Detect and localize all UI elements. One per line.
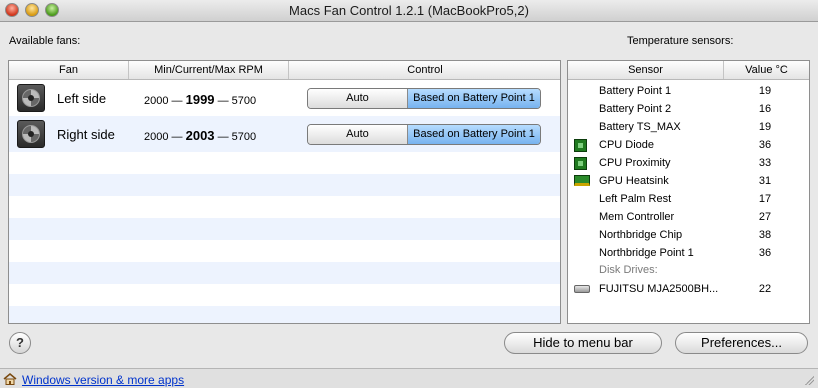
sensors-table-header: Sensor Value °C <box>568 61 809 80</box>
sensor-row[interactable]: GPU Heatsink 31 <box>568 172 809 190</box>
empty-row <box>9 240 560 262</box>
gpu-card-icon <box>574 175 590 186</box>
sensor-name: Northbridge Point 1 <box>599 247 694 259</box>
empty-row <box>9 284 560 306</box>
sensor-name: Battery Point 1 <box>599 85 672 97</box>
sensor-value: 17 <box>758 193 772 205</box>
fan-icon <box>17 120 45 148</box>
rpm-separator: — <box>171 131 183 143</box>
sensor-row[interactable]: Northbridge Point 1 36 <box>568 244 809 262</box>
resize-grip[interactable] <box>804 375 814 385</box>
fan-rpm: 2000 — 2003 — 5700 <box>144 128 284 143</box>
sensor-row[interactable]: Mem Controller 27 <box>568 208 809 226</box>
empty-row <box>9 152 560 174</box>
sensor-name: Left Palm Rest <box>599 193 672 205</box>
sensor-name: Northbridge Chip <box>599 229 683 241</box>
sensor-name: Mem Controller <box>599 211 675 223</box>
sensor-row[interactable]: Battery Point 1 19 <box>568 82 809 100</box>
sensor-name: Battery TS_MAX <box>599 121 681 133</box>
sensor-row[interactable]: Battery TS_MAX 19 <box>568 118 809 136</box>
sensor-value: 31 <box>758 175 772 187</box>
sensor-row[interactable]: CPU Proximity 33 <box>568 154 809 172</box>
empty-row <box>9 196 560 218</box>
footer-bar: Windows version & more apps <box>0 368 818 388</box>
fan-rpm: 2000 — 1999 — 5700 <box>144 92 284 107</box>
sensor-name: FUJITSU MJA2500BH... <box>599 283 719 295</box>
fan-min-rpm: 2000 <box>144 131 169 143</box>
sensor-value: 36 <box>758 247 772 259</box>
windows-version-link[interactable]: Windows version & more apps <box>22 373 184 387</box>
fan-control-segmented: Auto Based on Battery Point 1 <box>307 124 541 145</box>
fans-table-header: Fan Min/Current/Max RPM Control <box>9 61 560 80</box>
fans-table: Fan Min/Current/Max RPM Control Left sid… <box>8 60 561 324</box>
fan-current-rpm: 1999 <box>185 92 215 107</box>
fan-icon <box>17 84 45 112</box>
hard-disk-icon <box>574 285 590 293</box>
auto-control-button[interactable]: Auto <box>308 125 408 144</box>
sensor-name: Battery Point 2 <box>599 103 672 115</box>
cpu-chip-icon <box>574 157 587 170</box>
column-header-fan[interactable]: Fan <box>9 61 129 79</box>
sensor-value: 33 <box>758 157 772 169</box>
sensor-row[interactable]: Left Palm Rest 17 <box>568 190 809 208</box>
auto-control-button[interactable]: Auto <box>308 89 408 108</box>
empty-row <box>9 262 560 284</box>
sensor-value: 38 <box>758 229 772 241</box>
fan-min-rpm: 2000 <box>144 95 169 107</box>
fan-row-right[interactable]: Right side 2000 — 2003 — 5700 Auto Based… <box>9 116 560 152</box>
sensor-value: 19 <box>758 85 772 97</box>
sensor-name: CPU Proximity <box>599 157 671 169</box>
fan-max-rpm: 5700 <box>231 95 257 107</box>
sensor-row[interactable]: CPU Diode 36 <box>568 136 809 154</box>
sensor-group-label: Disk Drives: <box>599 264 658 276</box>
fan-name: Right side <box>57 127 115 142</box>
rpm-separator: — <box>217 131 229 143</box>
sensors-table: Sensor Value °C Battery Point 1 19 Batte… <box>567 60 810 324</box>
rpm-separator: — <box>217 95 229 107</box>
window-title: Macs Fan Control 1.2.1 (MacBookPro5,2) <box>289 3 529 18</box>
rpm-separator: — <box>171 95 183 107</box>
title-bar: Macs Fan Control 1.2.1 (MacBookPro5,2) <box>0 0 818 22</box>
column-header-value[interactable]: Value °C <box>724 61 809 79</box>
hide-to-menu-bar-button[interactable]: Hide to menu bar <box>504 332 662 354</box>
home-icon <box>3 373 17 385</box>
column-header-sensor[interactable]: Sensor <box>568 61 724 79</box>
fan-control-segmented: Auto Based on Battery Point 1 <box>307 88 541 109</box>
empty-row <box>9 218 560 240</box>
sensor-row[interactable]: FUJITSU MJA2500BH... 22 <box>568 280 809 298</box>
sensor-name: GPU Heatsink <box>599 175 669 187</box>
column-header-rpm[interactable]: Min/Current/Max RPM <box>129 61 289 79</box>
custom-control-button[interactable]: Based on Battery Point 1 <box>408 89 540 108</box>
fans-section-label: Available fans: <box>9 35 81 47</box>
preferences-button[interactable]: Preferences... <box>675 332 808 354</box>
fan-current-rpm: 2003 <box>185 128 215 143</box>
cpu-chip-icon <box>574 139 587 152</box>
sensor-value: 19 <box>758 121 772 133</box>
sensor-value: 27 <box>758 211 772 223</box>
help-button[interactable]: ? <box>9 332 31 354</box>
sensor-name: CPU Diode <box>599 139 655 151</box>
sensors-section-label: Temperature sensors: <box>627 35 734 47</box>
fan-name: Left side <box>57 91 107 106</box>
sensor-group-row: Disk Drives: <box>568 262 809 278</box>
sensor-value: 16 <box>758 103 772 115</box>
column-header-control[interactable]: Control <box>289 61 561 79</box>
custom-control-button[interactable]: Based on Battery Point 1 <box>408 125 540 144</box>
empty-row <box>9 174 560 196</box>
sensor-value: 36 <box>758 139 772 151</box>
sensor-row[interactable]: Northbridge Chip 38 <box>568 226 809 244</box>
empty-row <box>9 306 560 323</box>
sensor-value: 22 <box>758 283 772 295</box>
sensor-row[interactable]: Battery Point 2 16 <box>568 100 809 118</box>
fan-row-left[interactable]: Left side 2000 — 1999 — 5700 Auto Based … <box>9 80 560 116</box>
fan-max-rpm: 5700 <box>231 131 257 143</box>
